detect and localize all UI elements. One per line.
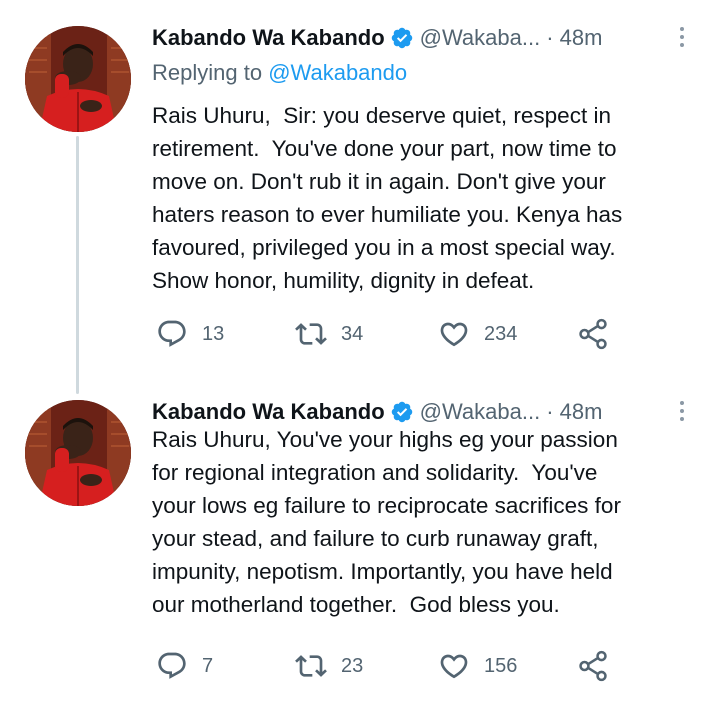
replying-to: Replying to @Wakabando bbox=[152, 60, 407, 86]
tweet-text: Rais Uhuru, You've your highs eg your pa… bbox=[152, 427, 621, 617]
author-name[interactable]: Kabando Wa Kabando bbox=[152, 25, 385, 51]
avatar[interactable] bbox=[25, 26, 131, 132]
share-button[interactable] bbox=[576, 646, 610, 686]
heart-icon bbox=[440, 322, 468, 347]
reply-icon bbox=[158, 320, 186, 347]
verified-badge-icon bbox=[390, 26, 414, 50]
more-icon[interactable] bbox=[670, 396, 694, 426]
tweet[interactable]: Kabando Wa Kabando @Wakaba... · 48m Rais… bbox=[0, 390, 720, 714]
like-count: 156 bbox=[484, 654, 518, 677]
author-name[interactable]: Kabando Wa Kabando bbox=[152, 399, 385, 425]
retweet-icon bbox=[295, 323, 327, 345]
tweet-actions: 7 23 156 bbox=[152, 646, 672, 686]
retweet-button[interactable]: 23 bbox=[295, 646, 363, 686]
share-icon bbox=[579, 318, 607, 350]
retweet-count: 34 bbox=[341, 322, 364, 345]
avatar[interactable] bbox=[25, 400, 131, 506]
reply-count: 7 bbox=[202, 654, 214, 677]
like-count: 234 bbox=[484, 322, 518, 345]
heart-icon bbox=[440, 654, 468, 679]
like-button[interactable]: 234 bbox=[438, 314, 517, 354]
reply-button[interactable]: 7 bbox=[156, 646, 213, 686]
like-button[interactable]: 156 bbox=[438, 646, 517, 686]
tweet-text: Rais Uhuru, Sir: you deserve quiet, resp… bbox=[152, 103, 623, 293]
reply-button[interactable]: 13 bbox=[156, 314, 224, 354]
reply-count: 13 bbox=[202, 322, 225, 345]
tweet[interactable]: Kabando Wa Kabando @Wakaba... · 48m Repl… bbox=[0, 0, 720, 390]
timestamp[interactable]: · 48m bbox=[546, 25, 602, 51]
author-handle[interactable]: @Wakaba... bbox=[420, 399, 541, 425]
retweet-icon bbox=[295, 655, 327, 677]
timestamp[interactable]: · 48m bbox=[546, 399, 602, 425]
retweet-count: 23 bbox=[341, 654, 364, 677]
author-handle[interactable]: @Wakaba... bbox=[420, 25, 541, 51]
reply-icon bbox=[158, 652, 186, 679]
share-button[interactable] bbox=[576, 314, 610, 354]
tweet-actions: 13 34 234 bbox=[152, 314, 672, 354]
retweet-button[interactable]: 34 bbox=[295, 314, 363, 354]
tweet-header: Kabando Wa Kabando @Wakaba... · 48m bbox=[152, 23, 602, 53]
replying-to-link[interactable]: @Wakabando bbox=[268, 60, 407, 85]
more-icon[interactable] bbox=[670, 22, 694, 52]
verified-badge-icon bbox=[390, 400, 414, 424]
share-icon bbox=[579, 650, 607, 682]
replying-prefix: Replying to bbox=[152, 60, 269, 85]
